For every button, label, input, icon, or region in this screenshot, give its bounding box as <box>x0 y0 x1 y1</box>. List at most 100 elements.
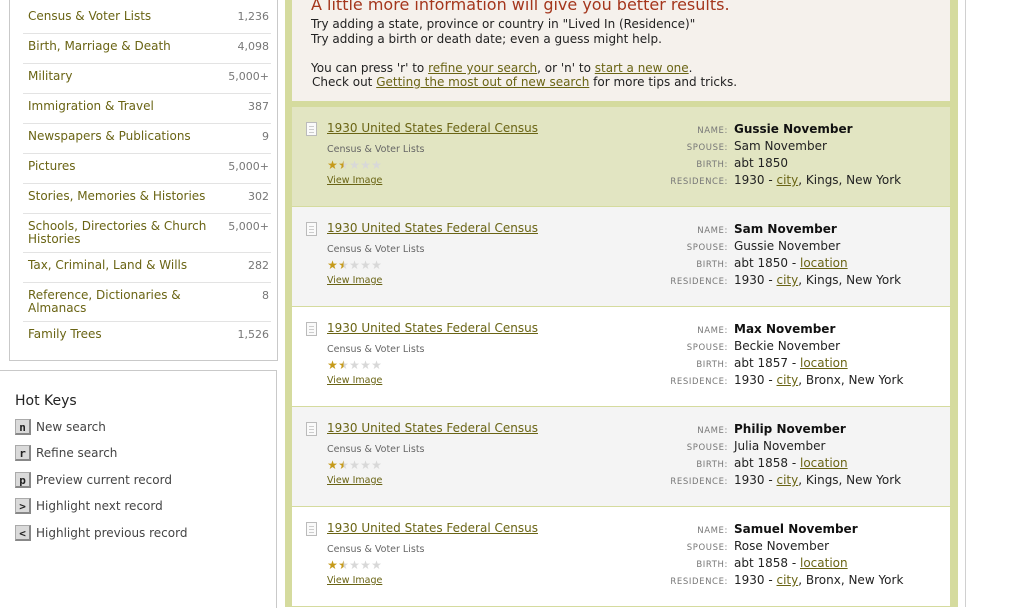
category-item[interactable]: Tax, Criminal, Land & Wills 282 <box>23 253 271 283</box>
record-fields: NAME: Max November SPOUSE: Beckie November… <box>612 322 903 390</box>
hotkey-item: < Highlight previous record <box>15 525 187 541</box>
rating-star-icon: ★ <box>371 158 382 172</box>
category-item[interactable]: Family Trees 1,526 <box>23 322 271 351</box>
record-title-link[interactable]: 1930 United States Federal Census <box>327 321 538 335</box>
document-icon <box>306 422 317 436</box>
rating-star-icon: ★ <box>349 158 360 172</box>
result-record[interactable]: 1930 United States Federal Census Census… <box>292 107 950 206</box>
tips-text: Check out <box>312 75 377 89</box>
residence-place: , Bronx, New York <box>798 373 904 387</box>
hotkey-item: p Preview current record <box>15 472 172 488</box>
birth-location-link[interactable]: location <box>800 456 848 470</box>
start-new-search-link[interactable]: start a new one <box>595 61 689 75</box>
category-name[interactable]: Military <box>28 70 72 83</box>
category-name[interactable]: Schools, Directories & Church Histories <box>28 220 208 246</box>
view-image-link[interactable]: View Image <box>327 575 382 586</box>
category-name[interactable]: Newspapers & Publications <box>28 130 191 143</box>
residence-year: 1930 - <box>734 573 777 587</box>
hotkey-label: New search <box>36 420 106 434</box>
tip-line-2: Try adding a birth or death date; even a… <box>311 32 662 46</box>
result-record[interactable]: 1930 United States Federal Census Census… <box>292 507 950 606</box>
tip-line-1: Try adding a state, province or country … <box>311 17 696 31</box>
category-name[interactable]: Family Trees <box>28 328 102 341</box>
spouse-name: Sam November <box>734 139 827 153</box>
category-count: 9 <box>262 130 269 143</box>
birth-value: abt 1850 <box>734 156 788 170</box>
category-name[interactable]: Pictures <box>28 160 76 173</box>
category-name[interactable]: Census & Voter Lists <box>28 10 151 23</box>
view-image-link[interactable]: View Image <box>327 475 382 486</box>
category-item[interactable]: Immigration & Travel 387 <box>23 94 271 124</box>
field-label: BIRTH: <box>696 260 728 270</box>
category-count: 282 <box>248 259 269 272</box>
field-label: BIRTH: <box>696 560 728 570</box>
category-item[interactable]: Schools, Directories & Church Histories … <box>23 214 271 253</box>
field-label: RESIDENCE: <box>670 477 728 487</box>
result-record[interactable]: 1930 United States Federal Census Census… <box>292 307 950 406</box>
birth-value: abt 1858 - location <box>734 456 848 470</box>
view-image-link[interactable]: View Image <box>327 175 382 186</box>
rating-star-icon: ★ <box>338 558 349 572</box>
category-name[interactable]: Birth, Marriage & Death <box>28 40 171 53</box>
view-image-link[interactable]: View Image <box>327 375 382 386</box>
tips-and-tricks-link[interactable]: Getting the most out of new search <box>376 75 589 89</box>
record-fields: NAME: Samuel November SPOUSE: Rose Novembe… <box>612 522 903 590</box>
birth-location-link[interactable]: location <box>800 256 848 270</box>
birth-location-link[interactable]: location <box>800 356 848 370</box>
residence-city-link[interactable]: city <box>777 273 799 287</box>
category-item[interactable]: Pictures 5,000+ <box>23 154 271 184</box>
field-label: SPOUSE: <box>686 443 728 453</box>
category-item[interactable]: Census & Voter Lists 1,236 <box>23 4 271 34</box>
quality-rating: ★★★★★ <box>327 558 382 572</box>
residence-city-link[interactable]: city <box>777 473 799 487</box>
field-label: SPOUSE: <box>686 343 728 353</box>
residence-place: , Kings, New York <box>798 173 902 187</box>
refine-search-link[interactable]: refine your search <box>428 61 537 75</box>
category-item[interactable]: Stories, Memories & Histories 302 <box>23 184 271 214</box>
rating-star-icon: ★ <box>371 458 382 472</box>
residence-city-link[interactable]: city <box>777 573 799 587</box>
residence-city-link[interactable]: city <box>777 173 799 187</box>
rating-star-icon: ★ <box>338 358 349 372</box>
residence-city-link[interactable]: city <box>777 373 799 387</box>
result-record[interactable]: 1930 United States Federal Census Census… <box>292 407 950 506</box>
category-name[interactable]: Immigration & Travel <box>28 100 154 113</box>
rating-star-icon: ★ <box>360 358 371 372</box>
rating-star-icon: ★ <box>371 258 382 272</box>
person-name: Gussie November <box>734 122 853 136</box>
category-list: Census & Voter Lists 1,236 Birth, Marriag… <box>23 4 271 351</box>
rating-star-icon: ★ <box>360 558 371 572</box>
record-title-link[interactable]: 1930 United States Federal Census <box>327 221 538 235</box>
record-collection: Census & Voter Lists <box>327 144 425 155</box>
view-image-link[interactable]: View Image <box>327 275 382 286</box>
record-title-link[interactable]: 1930 United States Federal Census <box>327 121 538 135</box>
hotkey-item: r Refine search <box>15 445 117 461</box>
category-name[interactable]: Tax, Criminal, Land & Wills <box>28 259 187 272</box>
birth-year: abt 1858 - <box>734 556 800 570</box>
spouse-name: Julia November <box>734 439 826 453</box>
field-label: SPOUSE: <box>686 243 728 253</box>
birth-location-link[interactable]: location <box>800 556 848 570</box>
record-title-link[interactable]: 1930 United States Federal Census <box>327 521 538 535</box>
rating-star-icon: ★ <box>327 458 338 472</box>
field-label: RESIDENCE: <box>670 577 728 587</box>
residence-place: , Kings, New York <box>798 473 902 487</box>
category-item[interactable]: Birth, Marriage & Death 4,098 <box>23 34 271 64</box>
spouse-name: Beckie November <box>734 339 841 353</box>
rating-star-icon: ★ <box>349 258 360 272</box>
rating-star-icon: ★ <box>360 158 371 172</box>
category-item[interactable]: Reference, Dictionaries & Almanacs 8 <box>23 283 271 322</box>
result-record[interactable]: 1930 United States Federal Census Census… <box>292 207 950 306</box>
field-label: NAME: <box>697 126 728 136</box>
category-count: 5,000+ <box>228 220 269 233</box>
category-name[interactable]: Reference, Dictionaries & Almanacs <box>28 289 208 315</box>
category-count: 1,526 <box>237 328 270 341</box>
field-label: BIRTH: <box>696 160 728 170</box>
record-title-link[interactable]: 1930 United States Federal Census <box>327 421 538 435</box>
quality-rating: ★★★★★ <box>327 158 382 172</box>
category-item[interactable]: Newspapers & Publications 9 <box>23 124 271 154</box>
field-label: RESIDENCE: <box>670 277 728 287</box>
category-item[interactable]: Military 5,000+ <box>23 64 271 94</box>
category-name[interactable]: Stories, Memories & Histories <box>28 190 205 203</box>
hotkey-tip-text: You can press 'r' to <box>311 61 429 75</box>
